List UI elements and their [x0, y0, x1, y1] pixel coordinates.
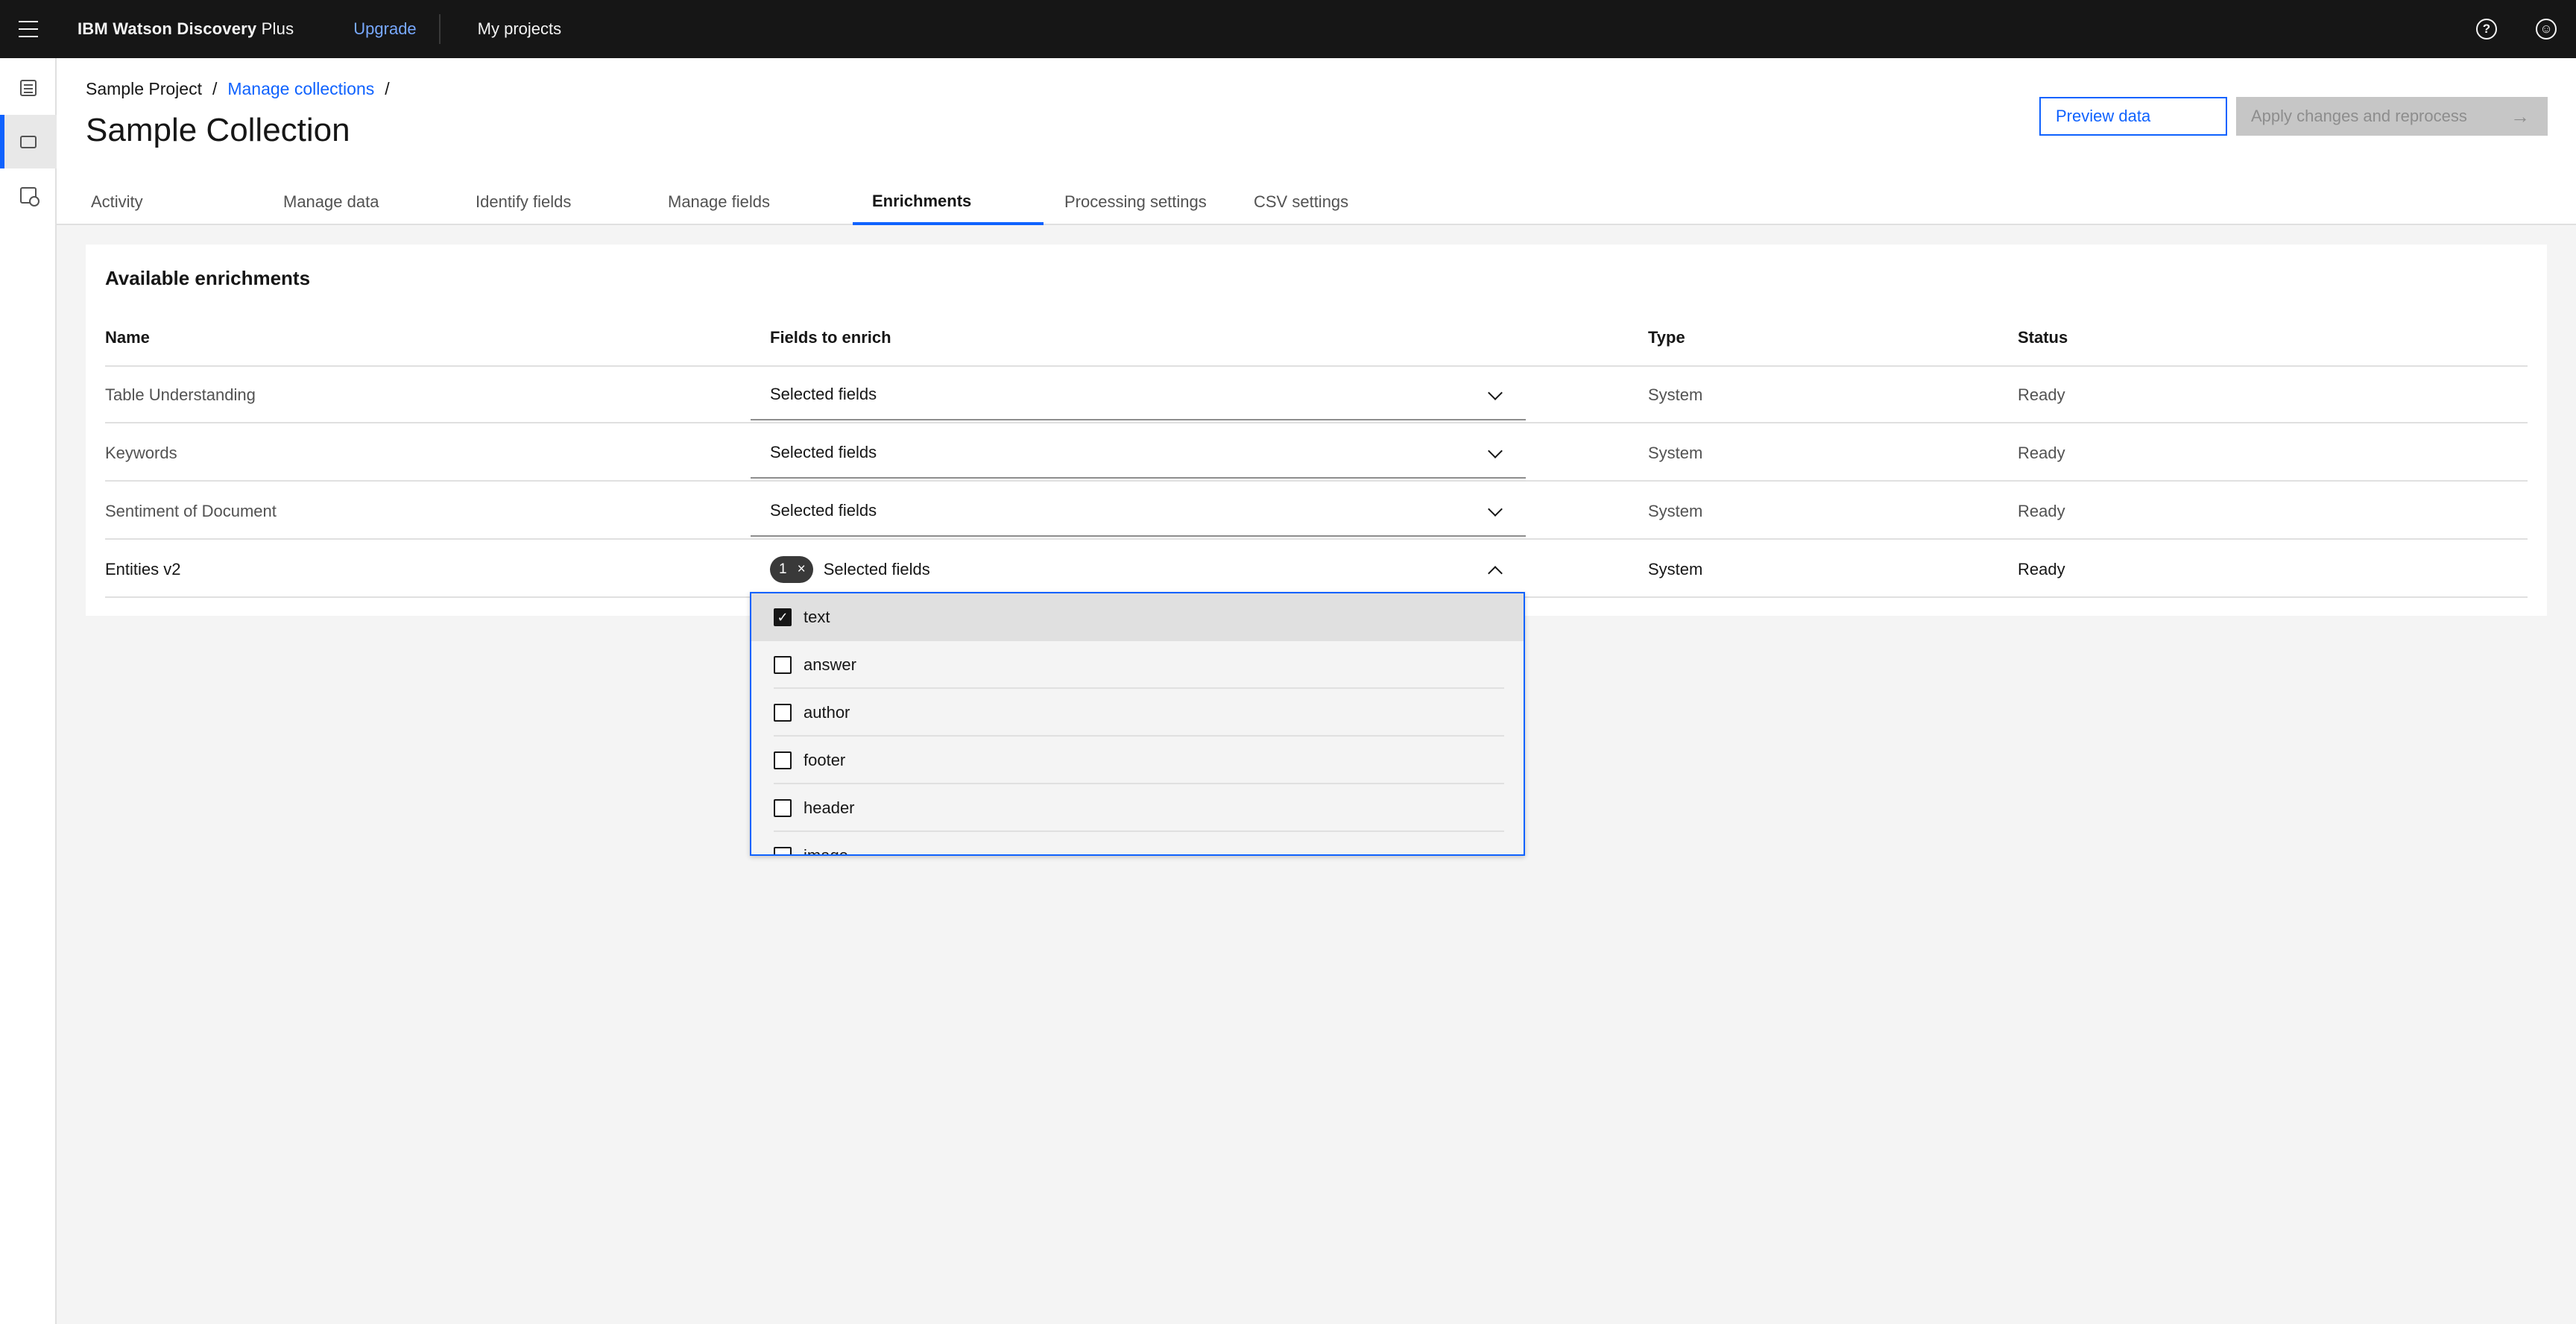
column-header-fields: Fields to enrich: [770, 328, 891, 347]
divider: [438, 14, 441, 44]
enrichment-name: Sentiment of Document: [105, 502, 277, 520]
option-label: text: [804, 608, 830, 626]
fields-dropdown[interactable]: Selected fields: [751, 428, 1526, 479]
sidenav-item-settings[interactable]: [0, 168, 57, 222]
dropdown-option[interactable]: footer: [751, 737, 1524, 784]
enrichment-name: Keywords: [105, 444, 177, 462]
fields-dropdown-label: Selected fields: [823, 560, 930, 579]
enrichment-type: System: [1648, 444, 1703, 462]
tab-bar: Activity Manage data Identify fields Man…: [83, 180, 1430, 225]
fields-dropdown-label: Selected fields: [770, 501, 877, 520]
enrichment-status: Ready: [2018, 560, 2065, 579]
fields-dropdown-label: Selected fields: [770, 443, 877, 461]
enrichment-status: Ready: [2018, 502, 2065, 520]
enrichment-name: Table Understanding: [105, 385, 256, 404]
apply-reprocess-button[interactable]: Apply changes and reprocess →: [2236, 97, 2548, 136]
apply-button-label: Apply changes and reprocess: [2251, 107, 2467, 125]
enrichment-type: System: [1648, 385, 1703, 404]
checkbox-icon[interactable]: [774, 847, 792, 854]
list-icon: [20, 80, 37, 96]
option-label: author: [804, 703, 850, 722]
checkbox-icon[interactable]: [774, 799, 792, 817]
enrichment-status: Ready: [2018, 385, 2065, 404]
fields-dropdown[interactable]: Selected fields: [751, 486, 1526, 537]
folder-icon: [20, 135, 37, 148]
breadcrumb-project[interactable]: Sample Project: [86, 79, 202, 99]
checkbox-checked-icon[interactable]: ✓: [774, 608, 792, 626]
enrichment-type: System: [1648, 502, 1703, 520]
column-header-status: Status: [2018, 328, 2068, 347]
option-label: image: [804, 846, 848, 856]
checkbox-icon[interactable]: [774, 751, 792, 769]
fields-dropdown-label: Selected fields: [770, 385, 877, 403]
brand-plan: Plus: [261, 19, 294, 38]
option-label: header: [804, 798, 855, 817]
tab-processing-settings[interactable]: Processing settings: [1044, 180, 1239, 225]
chevron-down-icon: [1488, 502, 1503, 517]
sidenav-item-collections[interactable]: [0, 115, 57, 168]
dropdown-option[interactable]: answer: [751, 641, 1524, 689]
tab-enrichments[interactable]: Enrichments: [853, 180, 1044, 225]
brand-name: IBM Watson Discovery: [78, 19, 257, 38]
clear-selection-icon[interactable]: ×: [798, 561, 806, 578]
settings-icon: [20, 187, 40, 207]
dropdown-option[interactable]: image: [751, 832, 1524, 856]
tab-identify-fields[interactable]: Identify fields: [468, 180, 660, 225]
table-row: Entities v2 1 × Selected fields System R…: [105, 541, 2528, 598]
app-brand: IBM Watson Discovery Plus: [78, 19, 294, 39]
chevron-down-icon: [1488, 385, 1503, 400]
checkbox-icon[interactable]: [774, 656, 792, 674]
fields-dropdown[interactable]: Selected fields: [751, 370, 1526, 420]
help-button[interactable]: ?: [2457, 0, 2516, 58]
option-label: footer: [804, 751, 846, 769]
table-row: Sentiment of Document Selected fields Sy…: [105, 483, 2528, 540]
breadcrumb: Sample Project / Manage collections /: [86, 79, 390, 99]
menu-icon[interactable]: [0, 0, 57, 58]
enrichments-panel: Available enrichments Name Fields to enr…: [86, 245, 2547, 616]
user-icon: ☺: [2536, 19, 2557, 40]
preview-data-button[interactable]: Preview data: [2039, 97, 2227, 136]
column-header-name: Name: [105, 328, 150, 347]
option-label: answer: [804, 655, 856, 674]
my-projects-link[interactable]: My projects: [478, 19, 561, 39]
page-header: Sample Project / Manage collections / Sa…: [57, 58, 2576, 225]
breadcrumb-collections[interactable]: Manage collections: [227, 79, 374, 99]
tab-csv-settings[interactable]: CSV settings: [1239, 180, 1430, 225]
arrow-right-icon: →: [2510, 104, 2530, 127]
help-icon: ?: [2476, 19, 2497, 40]
dropdown-option[interactable]: header: [751, 784, 1524, 832]
table-row: Keywords Selected fields System Ready: [105, 425, 2528, 482]
tab-manage-fields[interactable]: Manage fields: [660, 180, 853, 225]
selected-count: 1: [779, 561, 787, 577]
dropdown-option[interactable]: ✓ text: [751, 593, 1524, 641]
fields-dropdown-open[interactable]: 1 × Selected fields: [751, 544, 1526, 595]
sidenav-item-projects[interactable]: [0, 61, 57, 115]
tab-activity[interactable]: Activity: [83, 180, 276, 225]
breadcrumb-separator: /: [385, 79, 390, 98]
column-header-type: Type: [1648, 328, 1685, 347]
checkbox-icon[interactable]: [774, 704, 792, 722]
side-nav: [0, 58, 57, 1324]
user-button[interactable]: ☺: [2516, 0, 2576, 58]
breadcrumb-separator: /: [212, 79, 218, 98]
chevron-down-icon: [1488, 444, 1503, 458]
top-bar: IBM Watson Discovery Plus Upgrade My pro…: [0, 0, 2576, 58]
tab-manage-data[interactable]: Manage data: [276, 180, 468, 225]
upgrade-link[interactable]: Upgrade: [353, 19, 416, 39]
fields-dropdown-menu[interactable]: ✓ text answer author footer header image: [750, 592, 1525, 856]
page-title: Sample Collection: [86, 112, 350, 148]
enrichment-name: Entities v2: [105, 560, 181, 579]
enrichment-type: System: [1648, 560, 1703, 579]
table-row: Table Understanding Selected fields Syst…: [105, 367, 2528, 423]
panel-title: Available enrichments: [105, 267, 311, 289]
selected-count-tag[interactable]: 1 ×: [770, 556, 813, 583]
enrichment-status: Ready: [2018, 444, 2065, 462]
chevron-up-icon: [1488, 566, 1503, 581]
dropdown-option[interactable]: author: [751, 689, 1524, 737]
